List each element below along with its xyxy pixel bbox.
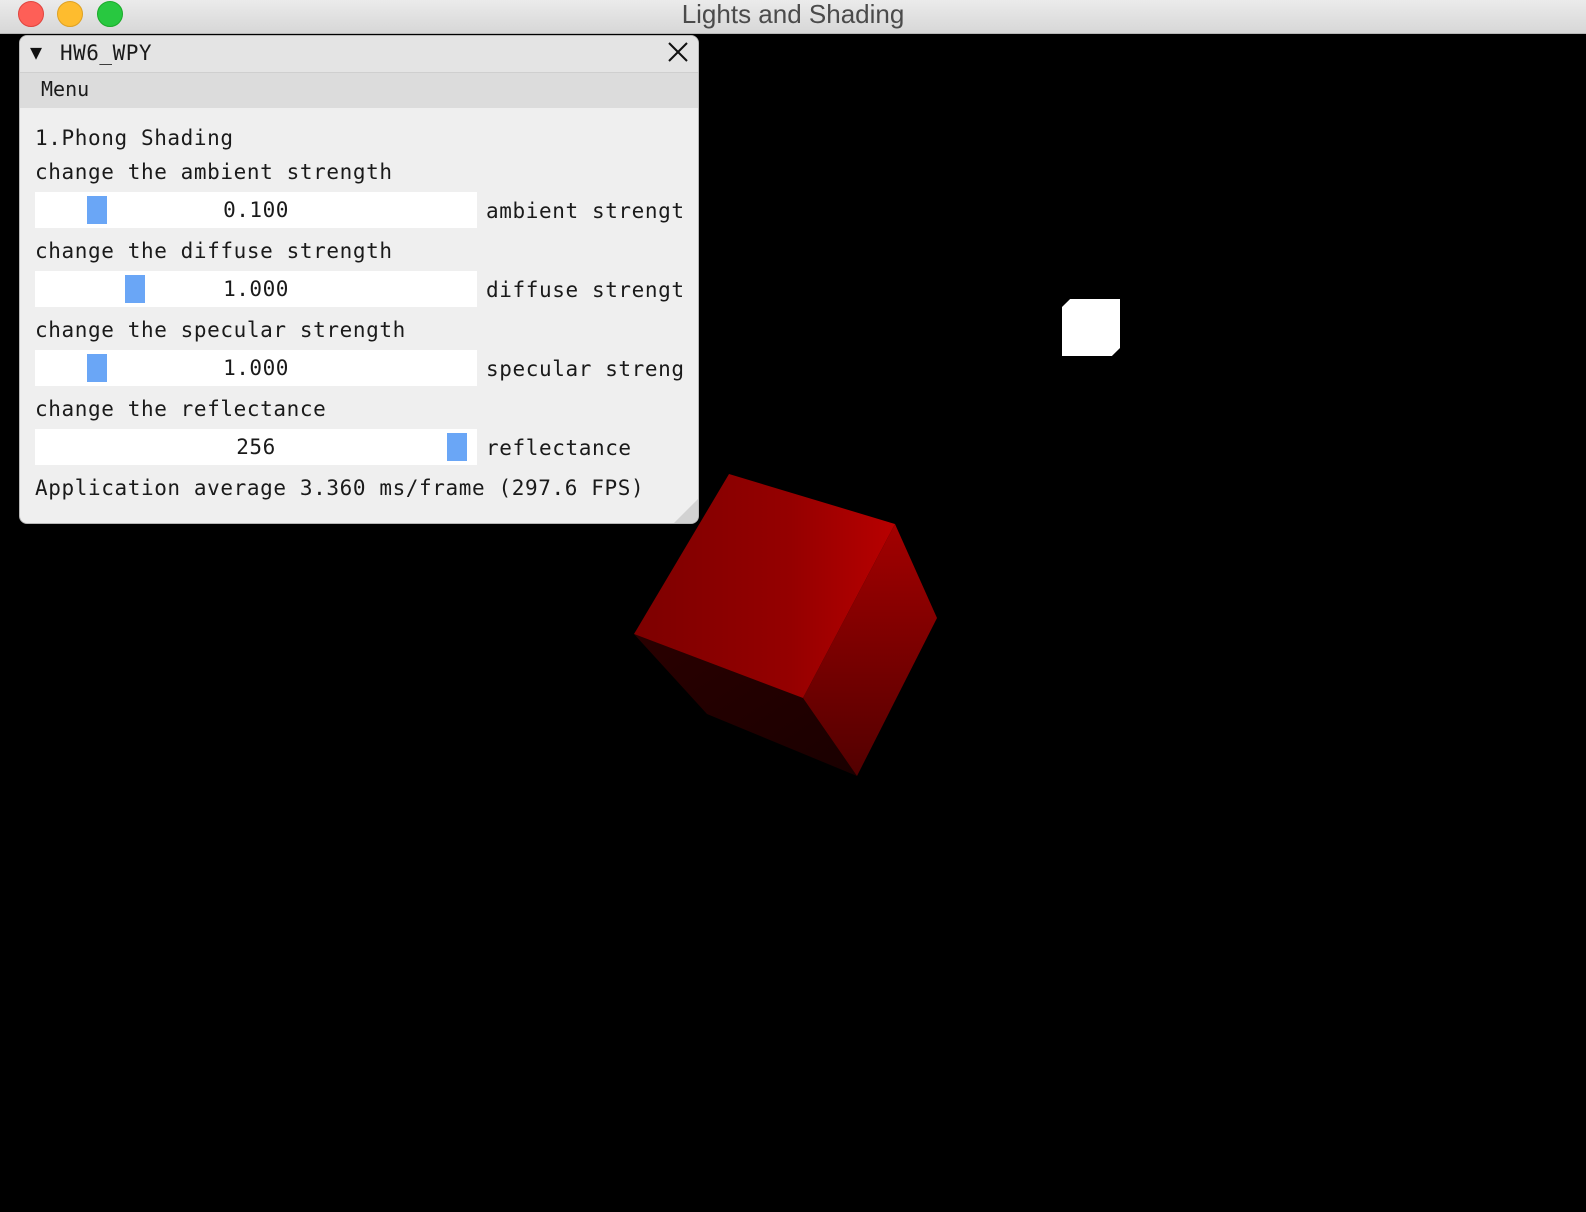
panel-title: HW6_WPY bbox=[60, 41, 153, 65]
panel-titlebar[interactable]: ▼ HW6_WPY bbox=[20, 36, 698, 73]
panel-menubar: Menu bbox=[20, 73, 698, 108]
specular-slider-label: specular streng bbox=[486, 357, 685, 381]
window-titlebar: Lights and Shading bbox=[0, 0, 1586, 34]
specular-description: change the specular strength bbox=[35, 318, 406, 342]
fps-readout: Application average 3.360 ms/frame (297.… bbox=[35, 476, 645, 500]
section-title: 1.Phong Shading bbox=[35, 126, 234, 150]
specular-slider-value: 1.000 bbox=[223, 356, 289, 380]
ambient-slider[interactable]: 0.100 bbox=[35, 192, 477, 228]
settings-panel[interactable]: ▼ HW6_WPY Menu 1.Phong Shading change th… bbox=[19, 35, 699, 524]
window-title: Lights and Shading bbox=[681, 0, 905, 29]
reflectance-slider-label: reflectance bbox=[486, 436, 632, 460]
menu-item-menu[interactable]: Menu bbox=[41, 77, 89, 101]
ambient-slider-value: 0.100 bbox=[223, 198, 289, 222]
collapse-triangle-icon[interactable]: ▼ bbox=[30, 40, 42, 64]
panel-resize-grip[interactable] bbox=[674, 499, 698, 523]
reflectance-description: change the reflectance bbox=[35, 397, 327, 421]
reflectance-slider-value: 256 bbox=[236, 435, 276, 459]
ambient-slider-label: ambient strengt bbox=[486, 199, 685, 223]
light-source-cube bbox=[1062, 299, 1120, 356]
ambient-description: change the ambient strength bbox=[35, 160, 393, 184]
diffuse-description: change the diffuse strength bbox=[35, 239, 393, 263]
specular-slider[interactable]: 1.000 bbox=[35, 350, 477, 386]
diffuse-slider[interactable]: 1.000 bbox=[35, 271, 477, 307]
reflectance-slider[interactable]: 256 bbox=[35, 429, 477, 465]
close-icon[interactable] bbox=[664, 38, 692, 66]
diffuse-slider-label: diffuse strengt bbox=[486, 278, 685, 302]
diffuse-slider-value: 1.000 bbox=[223, 277, 289, 301]
